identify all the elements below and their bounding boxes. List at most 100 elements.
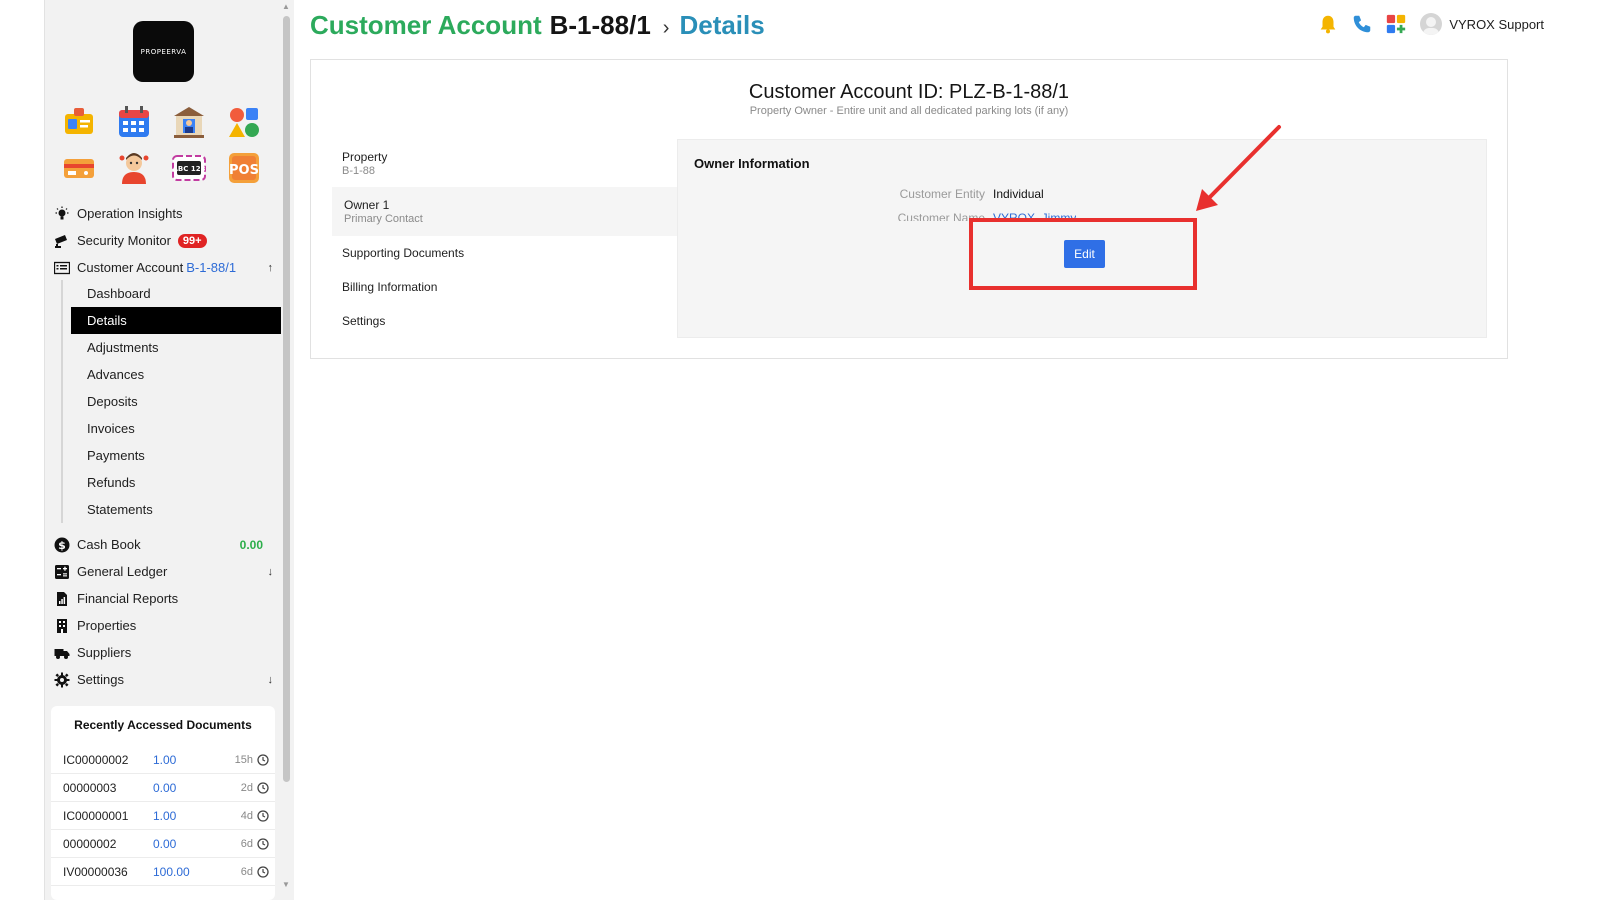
svg-text:$: $ bbox=[58, 539, 66, 552]
customer-account-subnav: Dashboard Details Adjustments Advances D… bbox=[61, 280, 281, 523]
tab-billing-information[interactable]: Billing Information bbox=[332, 270, 678, 304]
subnav-advances[interactable]: Advances bbox=[63, 361, 281, 388]
subnav-payments[interactable]: Payments bbox=[63, 442, 281, 469]
gear-icon bbox=[53, 671, 71, 689]
app-launcher-grid: ABC 123 POS bbox=[61, 104, 271, 186]
recent-documents-title: Recently Accessed Documents bbox=[74, 718, 252, 732]
building-app-icon[interactable] bbox=[171, 104, 207, 140]
sidebar-nav: Operation Insights Security Monitor 99+ … bbox=[53, 200, 281, 281]
cash-book-balance: 0.00 bbox=[239, 537, 263, 552]
expand-arrow-icon[interactable]: ↓ bbox=[268, 674, 274, 686]
document-age: 2d bbox=[240, 781, 253, 794]
tab-label: Owner 1 bbox=[344, 198, 390, 212]
card-title: Customer Account ID: PLZ-B-1-88/1 bbox=[748, 81, 1070, 103]
avatar[interactable] bbox=[1420, 13, 1443, 35]
tab-supporting-documents[interactable]: Supporting Documents bbox=[332, 236, 678, 270]
sidebar: PROPEERVA ABC 123 POS Operation Insights… bbox=[44, 0, 294, 900]
subnav-dashboard[interactable]: Dashboard bbox=[63, 280, 281, 307]
phone-icon[interactable] bbox=[1350, 12, 1374, 36]
sidebar-item-settings[interactable]: Settings ↓ bbox=[53, 666, 281, 693]
annotation-highlight-box bbox=[969, 218, 1197, 290]
breadcrumb-account[interactable]: B-1-88/1 bbox=[550, 10, 651, 41]
breadcrumb: Customer Account B-1-88/1 › Details bbox=[310, 10, 765, 41]
recent-document-row[interactable]: 00000002 0.00 6d bbox=[51, 830, 275, 858]
apps-grid-icon[interactable] bbox=[1384, 12, 1408, 36]
sidebar-item-cash-book[interactable]: $ Cash Book 0.00 bbox=[53, 531, 281, 558]
user-name[interactable]: VYROX Support bbox=[1449, 17, 1544, 32]
sidebar-item-security-monitor[interactable]: Security Monitor 99+ bbox=[53, 227, 281, 254]
document-id: IV00000036 bbox=[63, 864, 128, 879]
dollar-circle-icon: $ bbox=[53, 536, 71, 554]
clock-icon bbox=[257, 753, 269, 766]
tab-owner-1[interactable]: Owner 1 Primary Contact bbox=[332, 187, 678, 236]
scrollbar-thumb[interactable] bbox=[283, 16, 290, 782]
subnav-details[interactable]: Details bbox=[71, 307, 281, 334]
scroll-down-icon[interactable]: ▼ bbox=[282, 880, 290, 889]
breadcrumb-separator: › bbox=[662, 17, 670, 39]
customer-account-card: Customer Account ID: PLZ-B-1-88/1 Proper… bbox=[310, 59, 1508, 359]
person-app-icon[interactable] bbox=[116, 150, 152, 186]
subnav-invoices[interactable]: Invoices bbox=[63, 415, 281, 442]
document-amount: 1.00 bbox=[153, 808, 177, 823]
breadcrumb-section[interactable]: Customer Account bbox=[310, 10, 542, 41]
document-id: 00000002 bbox=[63, 836, 117, 851]
tab-label: Property bbox=[342, 149, 388, 164]
recent-document-row[interactable]: IC00000001 1.00 4d bbox=[51, 802, 275, 830]
truck-icon bbox=[53, 644, 71, 662]
bell-icon[interactable] bbox=[1316, 12, 1340, 36]
sidebar-item-label: Properties bbox=[77, 618, 137, 633]
subnav-deposits[interactable]: Deposits bbox=[63, 388, 281, 415]
account-number: B-1-88/1 bbox=[186, 260, 237, 275]
sidebar-scrollbar[interactable]: ▲ ▼ bbox=[281, 0, 292, 900]
subnav-statements[interactable]: Statements bbox=[63, 496, 281, 523]
sidebar-item-label: General Ledger bbox=[77, 564, 168, 579]
ticket-app-icon[interactable] bbox=[61, 150, 97, 186]
tab-label: Billing Information bbox=[342, 280, 438, 294]
shapes-app-icon[interactable] bbox=[226, 104, 262, 140]
customer-entity-field: Customer Entity Individual bbox=[891, 187, 1044, 201]
report-icon bbox=[53, 590, 71, 608]
expand-arrow-icon[interactable]: ↓ bbox=[268, 566, 274, 578]
building-icon bbox=[53, 617, 71, 635]
id-card-app-icon[interactable] bbox=[61, 104, 97, 140]
abc123-app-icon[interactable]: ABC 123 bbox=[171, 150, 207, 186]
tab-property[interactable]: Property B-1-88 bbox=[332, 139, 678, 187]
panel-title: Owner Information bbox=[694, 156, 810, 171]
document-id: IC00000002 bbox=[63, 752, 129, 767]
lightbulb-icon bbox=[53, 205, 71, 223]
sidebar-item-label: Customer Account bbox=[77, 260, 184, 275]
document-id: IC00000001 bbox=[63, 808, 129, 823]
sidebar-item-label: Security Monitor bbox=[77, 233, 171, 248]
scroll-up-icon[interactable]: ▲ bbox=[282, 2, 290, 11]
tab-label: Supporting Documents bbox=[342, 246, 465, 260]
brand-logo[interactable]: PROPEERVA bbox=[133, 21, 194, 82]
calendar-app-icon[interactable] bbox=[116, 104, 152, 140]
tab-settings[interactable]: Settings bbox=[332, 304, 678, 338]
sidebar-nav-secondary: $ Cash Book 0.00 General Ledger ↓ Financ… bbox=[53, 531, 281, 693]
sidebar-item-operation-insights[interactable]: Operation Insights bbox=[53, 200, 281, 227]
recent-document-row[interactable]: IV00000036 100.00 6d bbox=[51, 858, 275, 886]
document-amount: 1.00 bbox=[153, 752, 177, 767]
pos-app-icon[interactable]: POS bbox=[226, 150, 262, 186]
document-age: 15h bbox=[234, 753, 253, 766]
document-amount: 0.00 bbox=[153, 836, 177, 851]
sidebar-item-financial-reports[interactable]: Financial Reports bbox=[53, 585, 281, 612]
subnav-adjustments[interactable]: Adjustments bbox=[63, 334, 281, 361]
document-amount: 0.00 bbox=[153, 780, 177, 795]
recent-document-row[interactable]: IC00000002 1.00 15h bbox=[51, 746, 275, 774]
sidebar-item-suppliers[interactable]: Suppliers bbox=[53, 639, 281, 666]
svg-text:POS: POS bbox=[229, 163, 259, 178]
subnav-refunds[interactable]: Refunds bbox=[63, 469, 281, 496]
field-label: Customer Entity bbox=[899, 187, 985, 201]
document-id: 00000003 bbox=[63, 780, 117, 795]
clock-icon bbox=[257, 781, 269, 794]
sidebar-item-properties[interactable]: Properties bbox=[53, 612, 281, 639]
clock-icon bbox=[257, 837, 269, 850]
recent-document-row[interactable]: 00000003 0.00 2d bbox=[51, 774, 275, 802]
sidebar-item-general-ledger[interactable]: General Ledger ↓ bbox=[53, 558, 281, 585]
recent-documents-panel: Recently Accessed Documents IC00000002 1… bbox=[51, 706, 275, 900]
collapse-arrow-icon[interactable]: ↑ bbox=[268, 262, 274, 274]
calculator-icon bbox=[53, 563, 71, 581]
clock-icon bbox=[257, 865, 269, 878]
sidebar-item-customer-account[interactable]: Customer Account B-1-88/1 ↑ bbox=[53, 254, 281, 281]
